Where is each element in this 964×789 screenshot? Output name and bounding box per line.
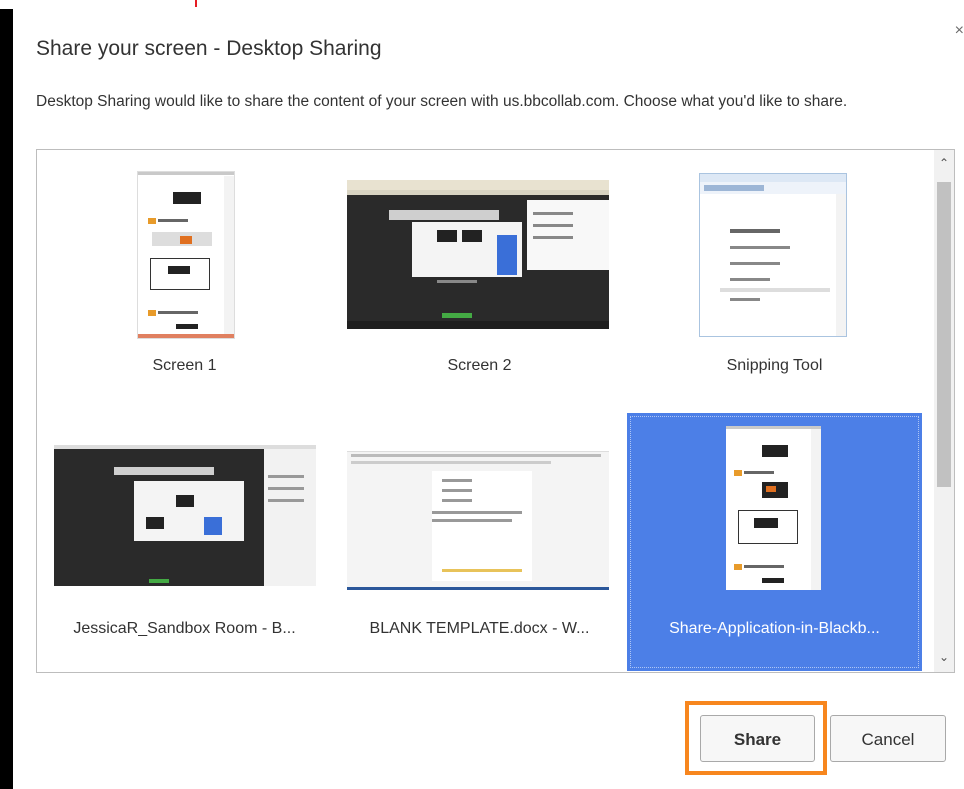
scrollbar-thumb[interactable] [937,182,951,487]
close-icon[interactable]: × [955,23,964,39]
source-label: Screen 2 [447,357,512,374]
source-tile-snipping-tool[interactable]: Snipping Tool [627,150,922,408]
share-application-thumbnail [726,426,821,590]
chevron-up-icon[interactable]: ⌃ [934,152,954,174]
word-document-thumbnail [347,445,609,590]
share-screen-dialog: × Share your screen - Desktop Sharing De… [13,9,964,789]
source-tile-screen-2[interactable]: Screen 2 [332,150,627,408]
source-tile-jessicar-sandbox-room[interactable]: JessicaR_Sandbox Room - B... [37,413,332,671]
share-button-highlight [685,701,827,775]
dialog-description: Desktop Sharing would like to share the … [36,93,848,110]
source-label: Share-Application-in-Blackb... [669,620,880,637]
red-annotation-mark [195,0,197,7]
snipping-tool-thumbnail [699,173,847,337]
screen-1-thumbnail [137,171,235,339]
chevron-down-icon[interactable]: ⌄ [934,646,954,668]
source-tile-share-application[interactable]: Share-Application-in-Blackb... [627,413,922,671]
sandbox-room-thumbnail [54,445,316,586]
top-strip [0,0,964,9]
source-label: Screen 1 [152,357,217,374]
source-picker-list: Screen 1 Screen 2 Snipping Tool JessicaR… [36,149,955,673]
screen-2-thumbnail [347,180,609,329]
list-scrollbar[interactable]: ⌃ ⌄ [934,150,954,672]
source-tile-blank-template-docx[interactable]: BLANK TEMPLATE.docx - W... [332,413,627,671]
source-label: BLANK TEMPLATE.docx - W... [369,620,590,637]
dialog-title: Share your screen - Desktop Sharing [36,37,382,60]
source-label: Snipping Tool [726,357,823,374]
source-label: JessicaR_Sandbox Room - B... [73,620,296,637]
source-tile-screen-1[interactable]: Screen 1 [37,150,332,408]
cancel-button[interactable]: Cancel [830,715,946,762]
